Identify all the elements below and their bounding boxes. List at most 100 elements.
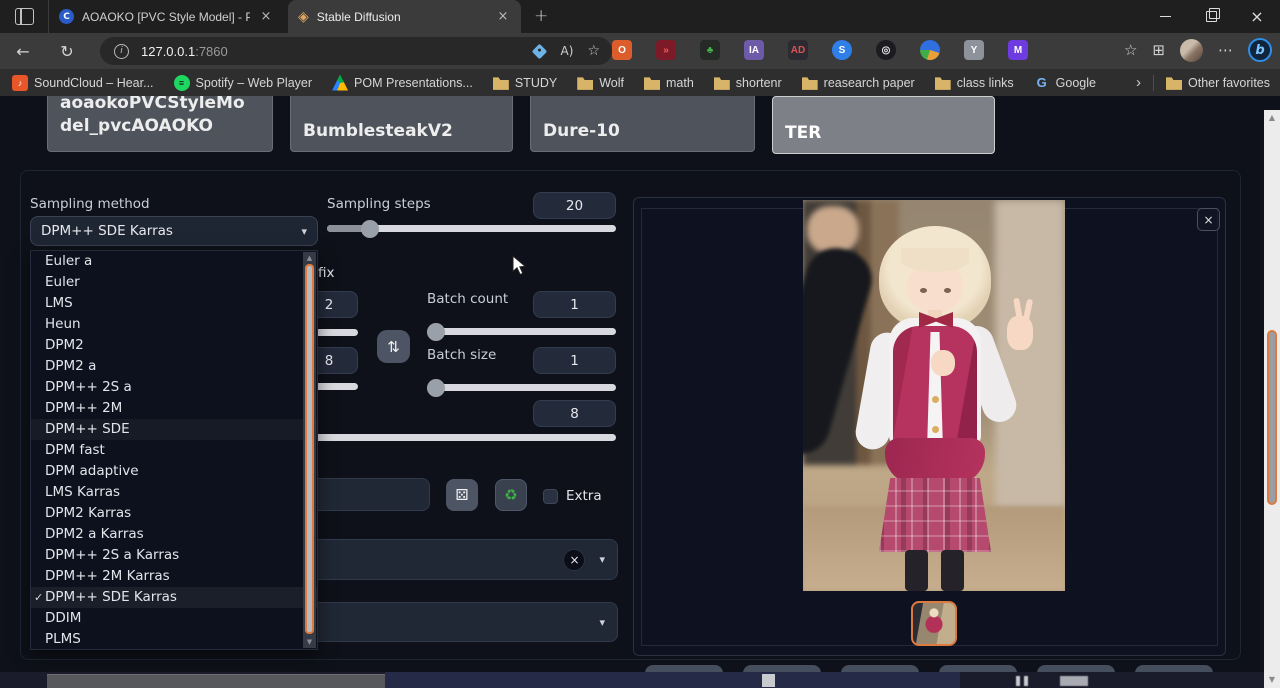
gallery-action-button[interactable] <box>1037 665 1115 672</box>
dropdown-option-dpm-2s-a-karras[interactable]: DPM++ 2S a Karras <box>31 545 317 566</box>
bookmark-item[interactable]: shortenr <box>714 75 782 91</box>
scroll-up-icon[interactable]: ▲ <box>1264 113 1280 122</box>
site-info-icon[interactable]: i <box>114 44 129 59</box>
close-gallery-button[interactable]: × <box>1197 208 1220 231</box>
cfg-scale-input[interactable]: 8 <box>533 400 616 427</box>
tab-close-icon[interactable]: × <box>495 9 511 24</box>
gallery-action-button[interactable] <box>645 665 723 672</box>
dropdown-option-dpm-sde-karras[interactable]: ✓DPM++ SDE Karras <box>31 587 317 608</box>
dropdown-option-lms[interactable]: LMS <box>31 293 317 314</box>
pin-extension-icon[interactable]: ◎ <box>876 40 896 60</box>
swap-dimensions-button[interactable]: ⇅ <box>377 330 410 363</box>
ia-extension-icon[interactable]: IA <box>744 40 764 60</box>
clear-styles-icon[interactable]: × <box>563 549 585 571</box>
gallery-action-button[interactable] <box>841 665 919 672</box>
cfg-scale-slider[interactable] <box>300 434 616 441</box>
green-monster-extension-icon[interactable]: ♣ <box>700 40 720 60</box>
close-button[interactable]: × <box>1234 0 1280 33</box>
scroll-down-icon[interactable]: ▼ <box>1264 675 1280 684</box>
batch-count-slider[interactable] <box>427 328 616 335</box>
sampling-method-select[interactable]: DPM++ SDE Karras ▾ <box>30 216 318 246</box>
m-extension-icon[interactable]: M <box>1008 40 1028 60</box>
dropdown-option-ddim[interactable]: DDIM <box>31 608 317 629</box>
batch-size-slider[interactable] <box>427 384 616 391</box>
bookmark-item[interactable]: STUDY <box>493 75 557 91</box>
orange-o-extension-icon[interactable]: O <box>612 40 632 60</box>
globe-extension-icon[interactable] <box>920 40 940 60</box>
bookmark-item[interactable]: math <box>644 75 694 91</box>
dropdown-option-euler-a[interactable]: Euler a <box>31 251 317 272</box>
sampling-steps-slider-handle[interactable] <box>361 220 379 238</box>
extra-seed-checkbox[interactable] <box>543 489 558 504</box>
y-extension-icon[interactable]: Y <box>964 40 984 60</box>
dropdown-option-plms[interactable]: PLMS <box>31 629 317 650</box>
address-bar[interactable]: i 127.0.0.1:7860 A) ☆ <box>100 37 612 65</box>
bookmark-item[interactable]: reasearch paper <box>802 75 915 91</box>
bookmark-item[interactable]: class links <box>935 75 1014 91</box>
shopping-tag-icon[interactable] <box>531 43 547 59</box>
gallery-action-button[interactable] <box>939 665 1017 672</box>
copilot-icon[interactable]: b <box>1248 38 1272 62</box>
new-tab-button[interactable]: + <box>534 6 548 26</box>
other-favorites-button[interactable]: Other favorites <box>1166 75 1270 91</box>
collections-icon[interactable]: ⊞ <box>1152 41 1165 59</box>
bookmarks-overflow-icon[interactable]: › <box>1136 74 1141 91</box>
styles-select[interactable]: × ▾ <box>300 539 618 580</box>
gallery-action-button[interactable] <box>1135 665 1213 672</box>
bookmark-item[interactable]: POM Presentations... <box>332 75 473 91</box>
bookmark-item[interactable]: Wolf <box>577 75 624 91</box>
dropdown-option-dpm-2s-a[interactable]: DPM++ 2S a <box>31 377 317 398</box>
profile-avatar[interactable] <box>1180 39 1203 62</box>
model-card-dure10[interactable]: Dure-10 <box>530 96 755 152</box>
workspaces-icon[interactable] <box>15 8 34 25</box>
dropdown-option-heun[interactable]: Heun <box>31 314 317 335</box>
dropdown-scrollbar[interactable]: ▲ ▼ <box>303 252 316 648</box>
dropdown-option-dpm2-a[interactable]: DPM2 a <box>31 356 317 377</box>
read-aloud-icon[interactable]: A) <box>561 44 574 58</box>
bookmark-item[interactable]: ≡Spotify – Web Player <box>174 75 313 91</box>
batch-count-slider-handle[interactable] <box>427 323 445 341</box>
bookmark-item[interactable]: GGoogle <box>1034 75 1096 91</box>
batch-count-input[interactable]: 1 <box>533 291 616 318</box>
shazam-extension-icon[interactable]: S <box>832 40 852 60</box>
dropdown-option-dpm-fast[interactable]: DPM fast <box>31 440 317 461</box>
model-card-aoaoko[interactable]: aoaokoPVCStyleMo del_pvcAOAOKO <box>47 96 273 152</box>
dropdown-option-dpm-2m-karras[interactable]: DPM++ 2M Karras <box>31 566 317 587</box>
batch-size-input[interactable]: 1 <box>533 347 616 374</box>
tab-stable-diffusion[interactable]: ◈ Stable Diffusion × <box>288 0 521 33</box>
sampling-steps-input[interactable]: 20 <box>533 192 616 219</box>
dropdown-scrollbar-thumb[interactable] <box>305 264 314 634</box>
model-card-bumblesteak[interactable]: BumblesteakV2 <box>290 96 513 152</box>
dropdown-option-dpm2[interactable]: DPM2 <box>31 335 317 356</box>
back-button[interactable]: ← <box>8 42 38 61</box>
tab-aoaoko[interactable]: C AOAOKO [PVC Style Model] - PV × <box>48 0 284 33</box>
restore-button[interactable] <box>1188 0 1234 33</box>
batch-size-slider-handle[interactable] <box>427 379 445 397</box>
refresh-button[interactable]: ↻ <box>52 42 82 61</box>
tab-close-icon[interactable]: × <box>258 9 274 24</box>
adblock-extension-icon[interactable]: AD <box>788 40 808 60</box>
reuse-seed-recycle-button[interactable]: ♻ <box>495 479 527 511</box>
generated-image[interactable] <box>803 200 1065 591</box>
page-scrollbar[interactable]: ▲ ▼ <box>1264 110 1280 688</box>
model-card-ter-selected[interactable]: TER <box>772 96 995 154</box>
add-favorite-icon[interactable]: ☆ <box>587 43 600 59</box>
gallery-thumbnail-selected[interactable] <box>911 601 957 646</box>
more-menu-icon[interactable]: ⋯ <box>1218 41 1233 59</box>
dropdown-option-dpm2-karras[interactable]: DPM2 Karras <box>31 503 317 524</box>
bookmark-item[interactable]: ♪SoundCloud – Hear... <box>12 75 154 91</box>
dropdown-option-dpm2-a-karras[interactable]: DPM2 a Karras <box>31 524 317 545</box>
dropdown-option-euler[interactable]: Euler <box>31 272 317 293</box>
speed-extension-icon[interactable]: » <box>656 40 676 60</box>
scroll-down-icon[interactable]: ▼ <box>303 638 316 646</box>
favorites-icon[interactable]: ☆ <box>1124 41 1137 59</box>
seed-input[interactable] <box>300 478 430 511</box>
script-select[interactable]: ▾ <box>300 602 618 642</box>
random-seed-dice-button[interactable]: ⚄ <box>446 479 478 511</box>
dropdown-option-dpm-2m[interactable]: DPM++ 2M <box>31 398 317 419</box>
dropdown-option-dpm-sde[interactable]: DPM++ SDE <box>31 419 317 440</box>
dropdown-option-lms-karras[interactable]: LMS Karras <box>31 482 317 503</box>
page-scrollbar-thumb[interactable] <box>1267 330 1277 505</box>
scroll-up-icon[interactable]: ▲ <box>303 254 316 262</box>
gallery-action-button[interactable] <box>743 665 821 672</box>
